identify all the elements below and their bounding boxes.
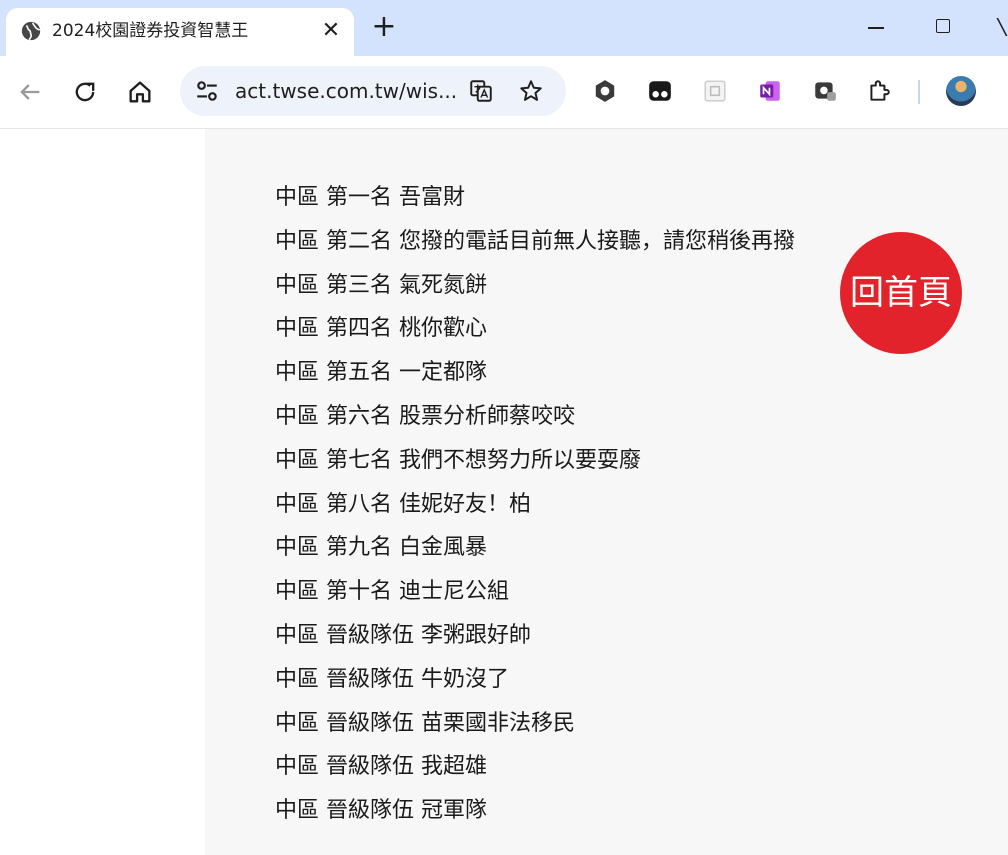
window-close-button[interactable]: ╲ — [996, 18, 1008, 36]
back-arrow-icon[interactable] — [16, 78, 44, 106]
list-item: 中區 晉級隊伍 李粥跟好帥 — [275, 622, 531, 648]
new-tab-button[interactable]: + — [368, 12, 400, 44]
results-list: 中區 第一名 吾富財 中區 第二名 您撥的電話目前無人接聽，請您稍後再撥 中區 … — [275, 176, 795, 833]
list-item: 中區 晉級隊伍 苗栗國非法移民 — [275, 710, 575, 736]
tab-title: 2024校園證券投資智慧王 — [52, 21, 249, 41]
hexagon-extension-icon[interactable] — [592, 78, 618, 104]
profile-avatar[interactable] — [946, 76, 976, 106]
list-item: 中區 第一名 吾富財 — [275, 185, 465, 210]
translate-icon[interactable] — [468, 78, 494, 104]
maximize-button[interactable] — [924, 12, 964, 42]
url-text[interactable]: act.twse.com.tw/wis... — [235, 79, 457, 103]
reader-extension-icon[interactable] — [702, 78, 728, 104]
tab-close-icon[interactable]: ✕ — [317, 17, 345, 45]
list-item: 中區 第三名 氣死氮餅 — [275, 272, 487, 298]
minimize-button[interactable] — [856, 12, 896, 42]
list-item: 中區 第九名 白金風暴 — [275, 535, 487, 561]
home-icon[interactable] — [126, 78, 154, 106]
list-item: 中區 第四名 桃你歡心 — [275, 316, 487, 342]
tampermonkey-extension-icon[interactable] — [647, 78, 673, 104]
back-to-home-button[interactable]: 回首頁 — [840, 232, 962, 354]
list-item: 中區 第七名 我們不想努力所以要耍廢 — [275, 447, 641, 473]
list-item: 中區 第二名 您撥的電話目前無人接聽，請您稍後再撥 — [275, 228, 795, 254]
reload-icon[interactable] — [71, 78, 99, 106]
bookmark-star-icon[interactable] — [518, 78, 544, 104]
list-item: 中區 第六名 股票分析師蔡咬咬 — [275, 403, 575, 429]
tab-strip: 2024校園證券投資智慧王 ✕ + ╲ — [0, 0, 1008, 56]
globe-icon — [21, 21, 41, 41]
site-info-icon[interactable] — [194, 78, 220, 104]
list-item: 中區 第十名 迪士尼公組 — [275, 579, 509, 605]
list-item: 中區 第五名 一定都隊 — [275, 360, 487, 386]
list-item: 中區 晉級隊伍 牛奶沒了 — [275, 666, 509, 692]
list-item: 中區 晉級隊伍 冠軍隊 — [275, 798, 487, 824]
browser-toolbar: act.twse.com.tw/wis... — [0, 56, 1008, 129]
list-item: 中區 晉級隊伍 我超雄 — [275, 754, 487, 780]
onenote-extension-icon[interactable] — [757, 78, 783, 104]
toolbar-separator — [918, 80, 920, 104]
list-item: 中區 第八名 佳妮好友！柏 — [275, 491, 531, 517]
puzzle-extensions-icon[interactable] — [866, 78, 892, 104]
tab-active[interactable]: 2024校園證券投資智慧王 ✕ — [6, 8, 354, 56]
screen-capture-extension-icon[interactable] — [812, 78, 838, 104]
address-bar[interactable]: act.twse.com.tw/wis... — [180, 66, 566, 116]
page-left-margin — [0, 129, 205, 855]
